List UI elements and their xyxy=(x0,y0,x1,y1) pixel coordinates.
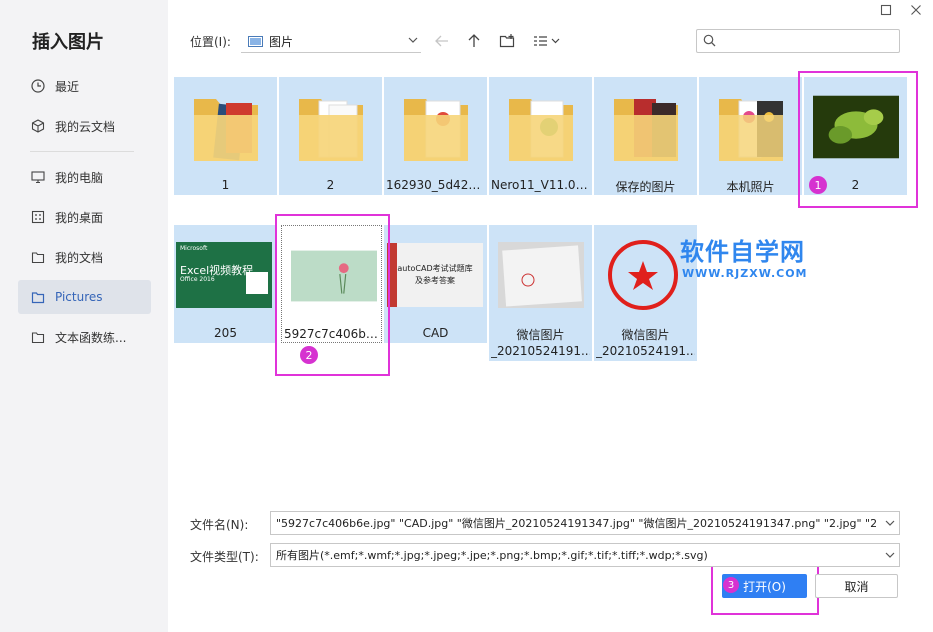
sidebar-item-cloud-docs[interactable]: 我的云文档 xyxy=(18,109,151,143)
sidebar-item-my-documents[interactable]: 我的文档 xyxy=(18,240,151,274)
close-icon xyxy=(911,5,921,15)
sidebar-item-label: 我的文档 xyxy=(55,250,104,265)
location-dropdown[interactable]: 图片 xyxy=(241,30,421,53)
cloud-cube-icon xyxy=(31,119,45,133)
folder-icon xyxy=(31,330,45,344)
filename-label: 文件名(N): xyxy=(190,518,249,532)
sidebar-item-label: Pictures xyxy=(55,290,103,304)
new-folder-button[interactable] xyxy=(497,31,517,51)
document-folder-icon xyxy=(31,250,45,264)
search-icon xyxy=(703,34,716,47)
red-seal-stamp-thumbnail xyxy=(603,234,689,316)
search-input[interactable] xyxy=(696,29,900,53)
file-item-image-wechat-jpg[interactable]: 微信图片 _20210524191... xyxy=(489,225,592,361)
sidebar-item-pictures[interactable]: Pictures xyxy=(18,280,151,314)
folder-icon xyxy=(603,86,689,168)
folder-icon xyxy=(393,86,479,168)
sidebar: 插入图片 最近 我的云文档 我的电脑 我的桌面 我的文档 Pictures 文本… xyxy=(0,0,168,632)
highlight-box-2 xyxy=(275,214,390,376)
close-button[interactable] xyxy=(909,3,923,17)
folder-icon xyxy=(708,86,794,168)
folder-icon xyxy=(498,86,584,168)
view-mode-button[interactable] xyxy=(532,31,562,51)
sidebar-item-label: 最近 xyxy=(55,79,80,94)
paper-document-thumbnail xyxy=(498,234,584,316)
sidebar-item-label: 我的桌面 xyxy=(55,210,104,225)
monitor-icon xyxy=(31,170,45,184)
file-item-folder-nero11[interactable]: Nero11_V11.0_... xyxy=(489,77,592,195)
list-view-icon xyxy=(534,36,560,46)
file-item-folder-1[interactable]: 1 xyxy=(174,77,277,195)
filetype-dropdown[interactable]: 所有图片(*.emf;*.wmf;*.jpg;*.jpeg;*.jpe;*.pn… xyxy=(270,543,900,567)
sidebar-item-label: 我的云文档 xyxy=(55,119,116,134)
cad-document-thumbnail: autoCAD考试试题库 及参考答案 xyxy=(387,234,483,316)
back-button[interactable] xyxy=(432,31,452,51)
image-folder-icon xyxy=(248,35,263,47)
sidebar-item-my-computer[interactable]: 我的电脑 xyxy=(18,160,151,194)
sidebar-divider xyxy=(30,151,134,152)
maximize-button[interactable] xyxy=(879,3,893,17)
file-item-image-cad[interactable]: autoCAD考试试题库 及参考答案 CAD xyxy=(384,225,487,343)
location-label: 位置(I): xyxy=(190,35,231,49)
file-item-folder-saved-pictures[interactable]: 保存的图片 xyxy=(594,77,697,195)
chevron-down-icon xyxy=(885,520,895,526)
filename-input[interactable]: "5927c7c406b6e.jpg" "CAD.jpg" "微信图片_2021… xyxy=(270,511,900,535)
step-badge-2: 2 xyxy=(300,346,318,364)
maximize-icon xyxy=(880,4,892,16)
clock-icon xyxy=(31,79,45,93)
file-item-folder-162930[interactable]: 162930_5d42a... xyxy=(384,77,487,195)
folder-icon xyxy=(288,86,374,168)
desktop-grid-icon xyxy=(31,210,45,224)
sidebar-item-desktop[interactable]: 我的桌面 xyxy=(18,200,151,234)
up-button[interactable] xyxy=(464,31,484,51)
step-badge-3: 3 xyxy=(723,577,739,593)
step-badge-1: 1 xyxy=(809,176,827,194)
sidebar-item-text-functions[interactable]: 文本函数练... xyxy=(18,320,151,354)
filetype-label: 文件类型(T): xyxy=(190,550,259,564)
chevron-down-icon xyxy=(885,552,895,558)
sidebar-item-label: 我的电脑 xyxy=(55,170,104,185)
new-folder-icon xyxy=(499,34,515,48)
file-item-folder-2[interactable]: 2 xyxy=(279,77,382,195)
sidebar-item-recent[interactable]: 最近 xyxy=(18,69,151,103)
file-item-image-205[interactable]: Microsoft Excel视频教程 Office 2016 205 xyxy=(174,225,277,343)
pictures-folder-icon xyxy=(31,290,45,304)
chevron-down-icon xyxy=(408,37,418,43)
arrow-up-icon xyxy=(468,34,480,47)
file-item-folder-local-photos[interactable]: 本机照片 xyxy=(699,77,802,195)
folder-icon xyxy=(183,86,269,168)
dialog-title: 插入图片 xyxy=(32,32,104,53)
excel-course-thumbnail: Microsoft Excel视频教程 Office 2016 xyxy=(176,234,272,316)
arrow-left-icon xyxy=(435,35,448,47)
location-value: 图片 xyxy=(269,34,294,49)
watermark: 软件自学网 WWW.RJZXW.COM xyxy=(680,238,808,280)
sidebar-item-label: 文本函数练... xyxy=(55,330,127,345)
cancel-button[interactable]: 取消 xyxy=(815,574,898,598)
